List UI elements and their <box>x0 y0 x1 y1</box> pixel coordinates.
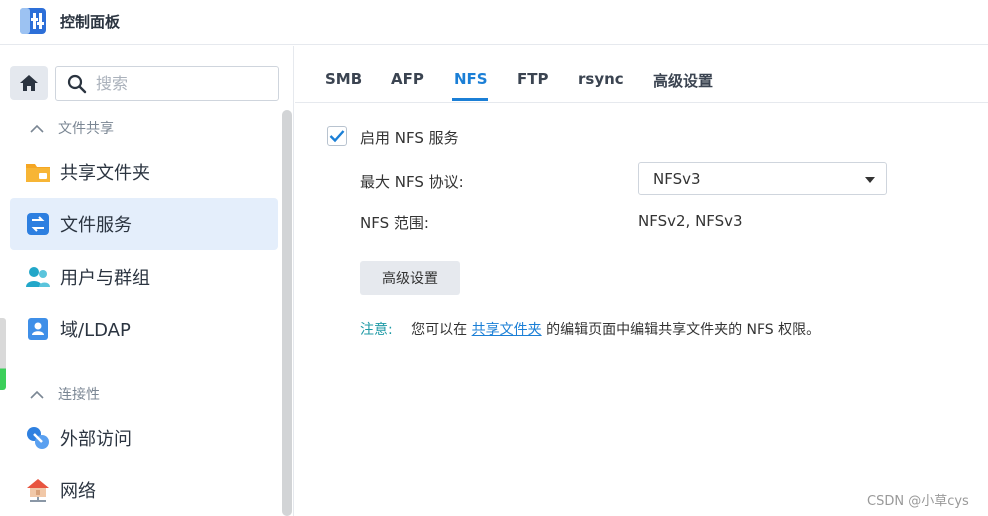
note-label: 注意: <box>360 322 393 338</box>
sidebar: 文件共享 共享文件夹 文件服务 用户与群组 域/LDAP <box>0 46 294 516</box>
tab-afp[interactable]: AFP <box>391 70 424 88</box>
sidebar-item-file-services[interactable]: 文件服务 <box>10 198 278 250</box>
max-protocol-label: 最大 NFS 协议: <box>360 173 464 191</box>
nfs-range-value: NFSv2, NFSv3 <box>638 212 743 230</box>
shared-folder-link[interactable]: 共享文件夹 <box>472 322 542 338</box>
home-button[interactable] <box>10 66 48 100</box>
window-title: 控制面板 <box>60 13 121 31</box>
users-icon <box>26 267 50 287</box>
scrollbar-thumb[interactable] <box>282 110 292 516</box>
max-protocol-select[interactable]: NFSv3 <box>638 162 887 195</box>
sidebar-item-users-groups[interactable]: 用户与群组 <box>10 251 278 303</box>
sidebar-item-label: 用户与群组 <box>60 268 150 289</box>
folder-icon <box>26 164 50 182</box>
sidebar-item-label: 网络 <box>60 481 96 502</box>
file-services-icon <box>27 213 49 235</box>
sidebar-item-label: 共享文件夹 <box>60 163 150 184</box>
group-header-connectivity[interactable]: 连接性 <box>30 384 100 404</box>
note-text: 注意: 您可以在 共享文件夹 的编辑页面中编辑共享文件夹的 NFS 权限。 <box>360 319 820 339</box>
sidebar-item-shared-folder[interactable]: 共享文件夹 <box>10 146 278 198</box>
nfs-range-label: NFS 范围: <box>360 214 429 232</box>
search-input[interactable] <box>96 74 246 93</box>
sidebar-item-network[interactable]: 网络 <box>10 464 278 516</box>
sidebar-scrollbar[interactable] <box>282 110 292 516</box>
enable-nfs-checkbox[interactable] <box>327 126 347 146</box>
domain-icon <box>28 318 48 340</box>
tab-smb[interactable]: SMB <box>325 70 362 88</box>
sidebar-item-label: 文件服务 <box>60 215 132 236</box>
sidebar-item-external-access[interactable]: 外部访问 <box>10 412 278 464</box>
sidebar-item-label: 域/LDAP <box>60 320 131 341</box>
note-suffix: 的编辑页面中编辑共享文件夹的 NFS 权限。 <box>546 322 821 338</box>
tab-nfs[interactable]: NFS <box>454 70 488 88</box>
search-icon <box>67 74 87 93</box>
active-tab-indicator <box>452 98 488 101</box>
control-panel-icon <box>20 8 46 34</box>
home-icon <box>20 75 38 91</box>
tab-rsync[interactable]: rsync <box>578 70 624 88</box>
network-icon <box>27 479 49 502</box>
advanced-settings-button[interactable]: 高级设置 <box>360 261 460 295</box>
search-box[interactable] <box>55 66 279 101</box>
chevron-up-icon <box>30 390 44 399</box>
tab-advanced-settings[interactable]: 高级设置 <box>653 70 713 91</box>
checkmark-icon <box>329 130 345 143</box>
title-bar: 控制面板 <box>0 0 988 45</box>
external-access-icon <box>27 427 49 449</box>
max-protocol-value: NFSv3 <box>653 169 701 188</box>
watermark: CSDN @小草cys <box>867 494 969 509</box>
group-label: 连接性 <box>58 387 100 403</box>
group-label: 文件共享 <box>58 121 114 137</box>
tab-bar: SMB AFP NFS FTP rsync 高级设置 <box>295 46 988 103</box>
dropdown-caret-icon <box>865 177 875 183</box>
group-header-file-sharing[interactable]: 文件共享 <box>30 118 114 138</box>
note-prefix: 您可以在 <box>411 322 468 338</box>
sidebar-item-domain-ldap[interactable]: 域/LDAP <box>10 303 278 355</box>
enable-nfs-label: 启用 NFS 服务 <box>360 129 459 147</box>
window-edge-indicator <box>0 318 6 390</box>
sidebar-item-label: 外部访问 <box>60 429 132 450</box>
tab-ftp[interactable]: FTP <box>517 70 548 88</box>
chevron-up-icon <box>30 124 44 133</box>
